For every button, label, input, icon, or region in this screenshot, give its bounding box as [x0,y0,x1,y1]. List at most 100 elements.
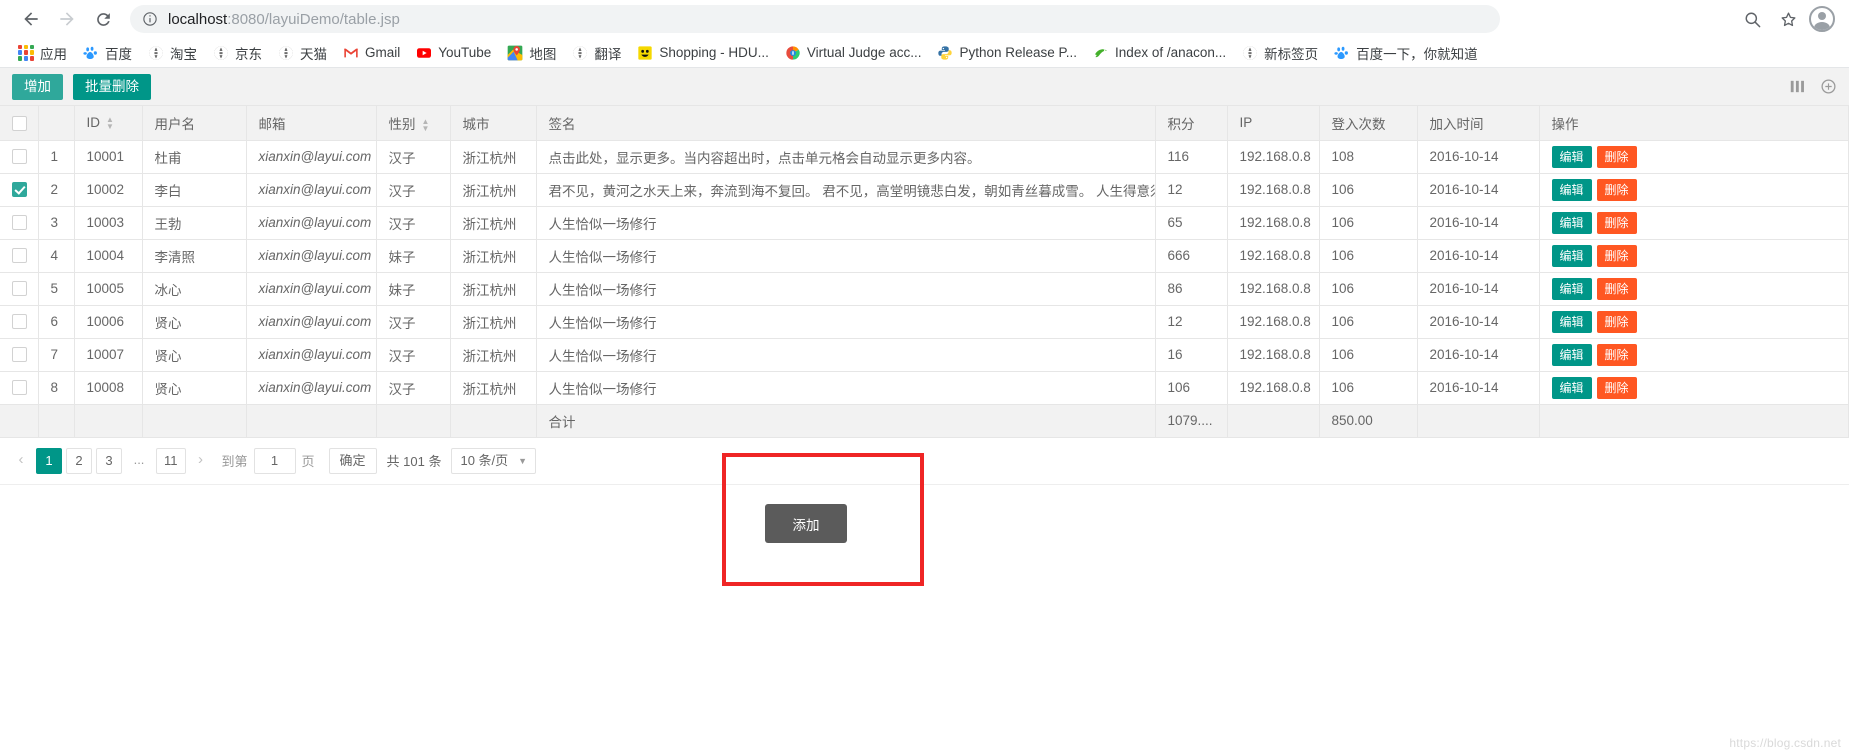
row-checkbox[interactable] [12,215,27,231]
row-select-cell[interactable] [0,338,39,372]
row-checkbox[interactable] [12,347,27,363]
sort-toggle-icon[interactable]: ▲ ▼ [106,116,114,131]
bookmark-maps[interactable]: 地图 [499,40,564,66]
batch-delete-button[interactable]: 批量删除 [73,73,151,100]
cell-jointime: 2016-10-14 [1417,338,1540,372]
edit-row-button[interactable]: 编辑 [1551,211,1592,234]
add-popup-button[interactable]: 添加 [765,504,847,543]
edit-row-button[interactable]: 编辑 [1551,310,1592,333]
row-select-cell[interactable] [0,140,39,174]
bookmark-baidu-search[interactable]: 百度一下，你就知道 [1326,40,1486,66]
bookmark-python-release[interactable]: Python Release P... [929,42,1085,64]
zoom-search-icon [1745,12,1760,27]
export-icon[interactable] [1820,78,1837,95]
bookmark-anaconda-index[interactable]: Index of /anacon... [1085,42,1234,64]
row-number-cell: 3 [38,206,75,240]
cell-logins: 106 [1319,338,1418,372]
row-checkbox[interactable] [12,182,27,198]
site-info-icon[interactable] [142,11,158,27]
add-button[interactable]: 增加 [12,73,63,100]
page-button-1[interactable]: 1 [36,447,62,474]
next-page-button[interactable]: › [190,448,212,474]
edit-row-button[interactable]: 编辑 [1551,376,1592,399]
table-row[interactable]: 1 10001 杜甫 xianxin@layui.com 汉子 浙江杭州 点击此处，显示更多… [0,140,1849,174]
bookmark-new-tab[interactable]: 新标签页 [1234,40,1326,66]
row-checkbox[interactable] [12,149,27,165]
table-row[interactable]: 6 10006 贤心 xianxin@layui.com 汉子 浙江杭州 人生恰似一场修行 1… [0,305,1849,339]
cell-gender: 汉子 [376,140,451,174]
cell-signature[interactable]: 人生恰似一场修行 [536,371,1156,405]
delete-row-button[interactable]: 删除 [1596,211,1637,234]
page-button-2[interactable]: 2 [66,447,92,474]
page-size-select[interactable]: 10 条/页 ▼ [451,447,537,474]
prev-page-button[interactable]: ‹ [10,448,32,474]
page-button-3[interactable]: 3 [96,447,122,474]
edit-row-button[interactable]: 编辑 [1551,343,1592,366]
cell-id: 10001 [74,140,143,174]
delete-row-button[interactable]: 删除 [1596,145,1637,168]
table-row[interactable]: 2 10002 李白 xianxin@layui.com 汉子 浙江杭州 君不见，黄河之水天… [0,173,1849,207]
table-row[interactable]: 7 10007 贤心 xianxin@layui.com 汉子 浙江杭州 人生恰似一场修行 1… [0,338,1849,372]
cell-signature[interactable]: 君不见，黄河之水天上来，奔流到海不复回。 君不见，高堂明镜悲白发，朝如青丝暮成雪… [536,173,1156,207]
select-all-checkbox[interactable] [12,115,27,131]
bookmark-jd[interactable]: 京东 [205,40,270,66]
goto-page-input[interactable]: 1 [253,447,296,474]
edit-row-button[interactable]: 编辑 [1551,277,1592,300]
row-checkbox[interactable] [12,380,27,396]
bookmark-baidu[interactable]: 百度 [75,40,140,66]
edit-row-button[interactable]: 编辑 [1551,244,1592,267]
bookmark-virtual-judge[interactable]: Virtual Judge acc... [777,42,930,64]
back-button[interactable] [14,2,48,36]
table-row[interactable]: 5 10005 冰心 xianxin@layui.com 妹子 浙江杭州 人生恰似一场修行 8… [0,272,1849,306]
row-checkbox[interactable] [12,248,27,264]
table-row[interactable]: 4 10004 李清照 xianxin@layui.com 妹子 浙江杭州 人生恰似一场修行… [0,239,1849,273]
delete-row-button[interactable]: 删除 [1596,244,1637,267]
cell-signature[interactable]: 人生恰似一场修行 [536,272,1156,306]
sort-toggle-icon[interactable]: ▲ ▼ [422,118,430,133]
edit-row-button[interactable]: 编辑 [1551,145,1592,168]
cell-city: 浙江杭州 [450,206,537,240]
table-row[interactable]: 8 10008 贤心 xianxin@layui.com 汉子 浙江杭州 人生恰似一场修行 1… [0,371,1849,405]
delete-row-button[interactable]: 删除 [1596,178,1637,201]
bookmark-gmail[interactable]: Gmail [335,42,408,64]
row-checkbox[interactable] [12,281,27,297]
columns-icon[interactable] [1789,78,1806,95]
cell-signature[interactable]: 人生恰似一场修行 [536,239,1156,273]
reload-button[interactable] [86,2,120,36]
bookmark-tmall[interactable]: 天猫 [270,40,335,66]
forward-button[interactable] [50,2,84,36]
row-select-cell[interactable] [0,173,39,207]
bookmark-youtube[interactable]: YouTube [408,42,499,64]
page-button-11[interactable]: 11 [156,447,186,474]
row-select-cell[interactable] [0,305,39,339]
cell-signature[interactable]: 人生恰似一场修行 [536,338,1156,372]
bookmark-taobao[interactable]: 淘宝 [140,40,205,66]
row-checkbox[interactable] [12,314,27,330]
table-row[interactable]: 3 10003 王勃 xianxin@layui.com 汉子 浙江杭州 人生恰似一场修行 6… [0,206,1849,240]
delete-row-button[interactable]: 删除 [1596,376,1637,399]
address-bar[interactable]: localhost:8080/layuiDemo/table.jsp [130,5,1500,33]
profile-avatar[interactable] [1809,6,1835,32]
row-select-cell[interactable] [0,272,39,306]
edit-row-button[interactable]: 编辑 [1551,178,1592,201]
cell-signature[interactable]: 人生恰似一场修行 [536,206,1156,240]
cell-signature[interactable]: 人生恰似一场修行 [536,305,1156,339]
zoom-button[interactable] [1737,4,1767,34]
bookmarks-bar: 应用 百度 淘宝 京东 天猫 Gmail YouTube 地图 翻译 Shopp… [0,38,1849,68]
delete-row-button[interactable]: 删除 [1596,343,1637,366]
cell-signature[interactable]: 点击此处，显示更多。当内容超出时，点击单元格会自动显示更多内容。 [536,140,1156,174]
delete-row-button[interactable]: 删除 [1596,310,1637,333]
row-select-cell[interactable] [0,206,39,240]
select-all-header[interactable] [0,106,39,141]
bookmark-apps[interactable]: 应用 [10,40,75,66]
row-select-cell[interactable] [0,239,39,273]
bookmark-translate[interactable]: 翻译 [564,40,629,66]
bookmark-star-button[interactable] [1773,4,1803,34]
row-select-cell[interactable] [0,371,39,405]
column-header-id[interactable]: ID ▲ ▼ [74,106,143,141]
goto-confirm-button[interactable]: 确定 [328,447,377,474]
delete-row-button[interactable]: 删除 [1596,277,1637,300]
baidu-paw-icon [1334,46,1349,59]
column-header-gender[interactable]: 性别 ▲ ▼ [376,106,451,141]
bookmark-shopping-hdu[interactable]: Shopping - HDU... [629,42,777,64]
